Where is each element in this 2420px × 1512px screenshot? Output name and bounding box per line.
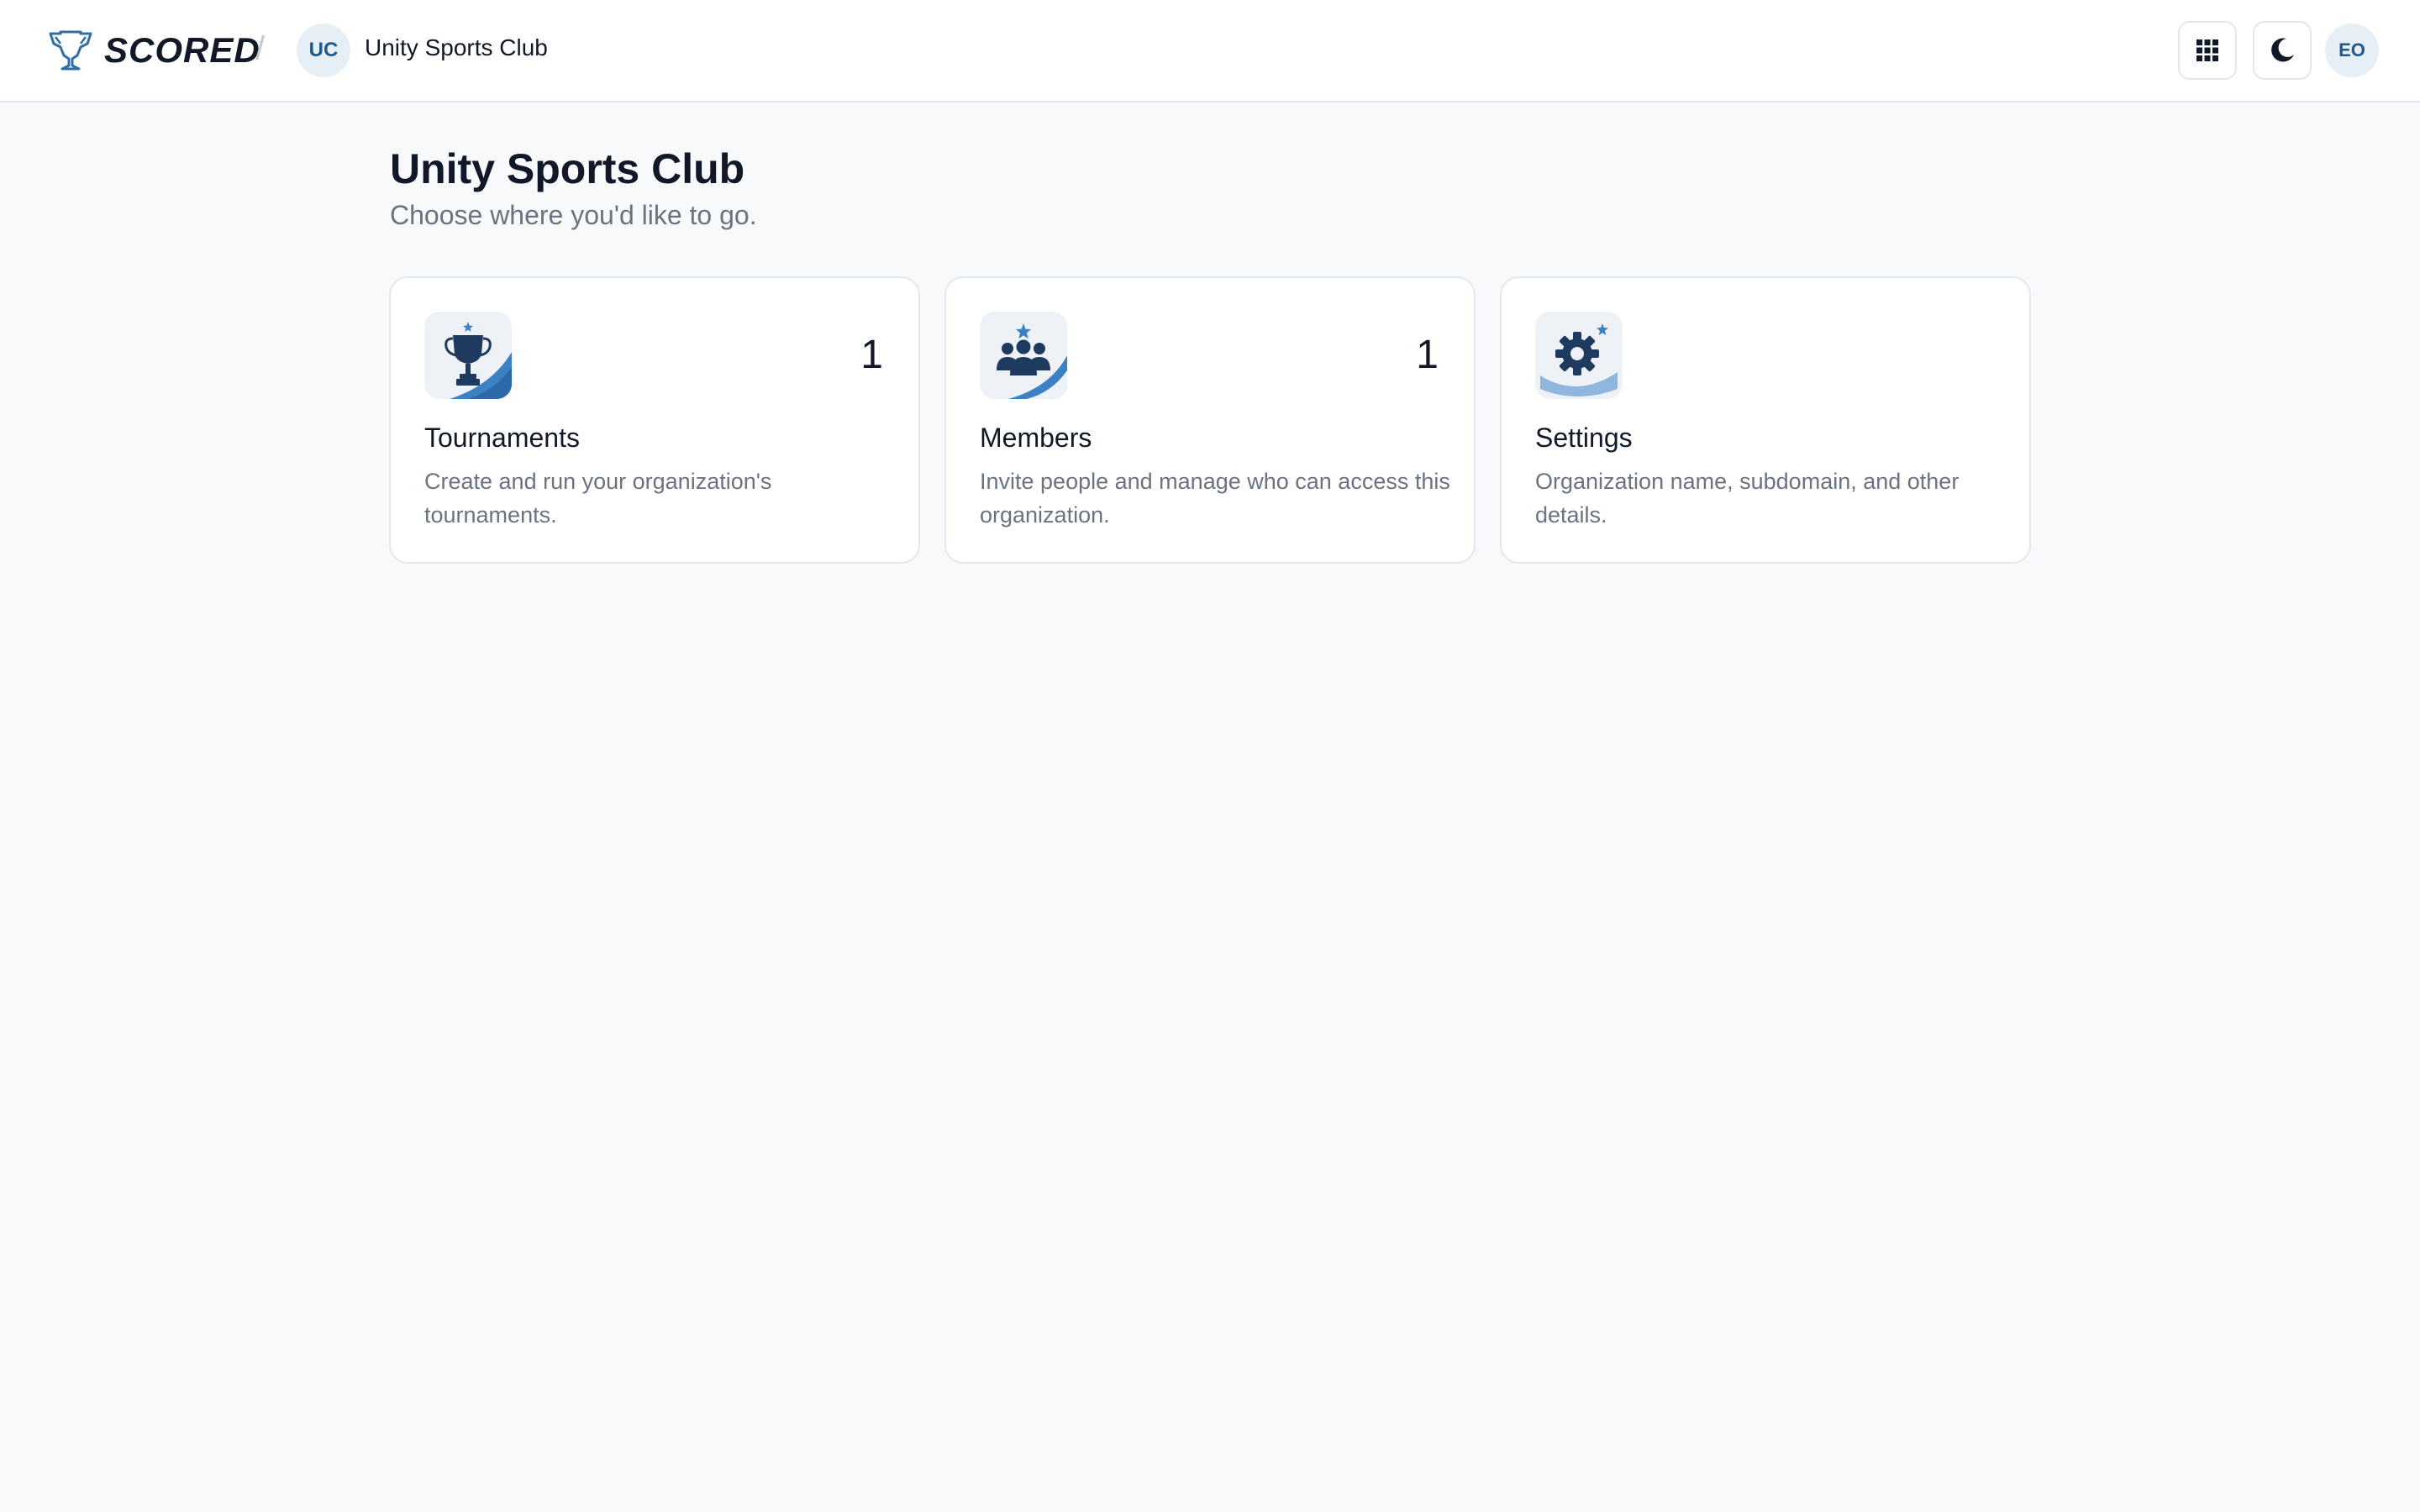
top-bar: SCORED / UC Unity Sports Club EO [0, 0, 2420, 102]
tournaments-count: 1 [860, 333, 883, 377]
breadcrumb-separator: / [255, 30, 266, 67]
members-count: 1 [1416, 333, 1439, 377]
brand-name: SCORED [104, 30, 260, 70]
settings-description: Organization name, subdomain, and other … [1535, 469, 1960, 528]
gear-icon [1535, 312, 1623, 399]
members-description: Invite people and manage who can access … [980, 469, 1450, 528]
members-title: Members [980, 423, 1092, 453]
page-title: Unity Sports Club [390, 145, 745, 192]
members-card[interactable]: 1 Members Invite people and manage who c… [944, 276, 1476, 564]
scored-logo-icon [49, 30, 92, 71]
brand-home-link[interactable]: SCORED [45, 25, 260, 76]
grid-icon [2196, 39, 2218, 61]
tournaments-card[interactable]: 1 Tournaments Create and run your organi… [389, 276, 920, 564]
settings-card[interactable]: Settings Organization name, subdomain, a… [1500, 276, 2031, 564]
page-subtitle: Choose where you'd like to go. [390, 200, 757, 230]
apps-grid-button[interactable] [2178, 21, 2237, 80]
trophy-icon [424, 312, 512, 399]
members-icon [980, 312, 1067, 399]
tournaments-description: Create and run your organization's tourn… [424, 469, 772, 528]
tournaments-title: Tournaments [424, 423, 580, 453]
settings-title: Settings [1535, 423, 1633, 453]
user-avatar[interactable]: EO [2325, 24, 2379, 77]
org-name-breadcrumb[interactable]: Unity Sports Club [365, 34, 548, 61]
theme-toggle-button[interactable] [2253, 21, 2312, 80]
moon-icon [2271, 38, 2294, 62]
org-avatar[interactable]: UC [297, 24, 350, 77]
